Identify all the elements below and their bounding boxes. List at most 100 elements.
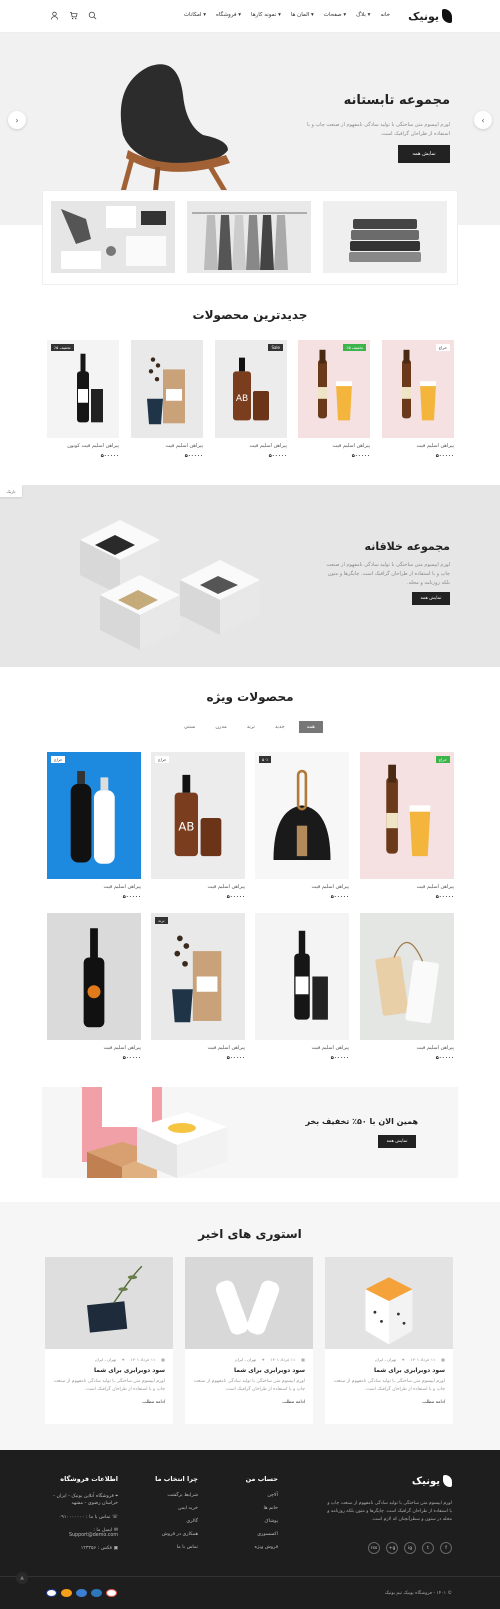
filter-trend[interactable]: ترند (241, 721, 261, 733)
site-logo[interactable]: یونیک (408, 9, 452, 23)
product-card[interactable]: تخفیف ۵٪ پیراهن اسلیم فیت کوتون ۵۰۰۰۰۰ (47, 340, 119, 459)
google-plus-icon[interactable]: g+ (386, 1542, 398, 1554)
story-card[interactable]: ▦ ۱۱ خرداد ۱۴۰۱ ⌖ تهران ، ایران سود دوبراب… (185, 1257, 313, 1424)
slider-prev-arrow[interactable]: ‹ (8, 111, 26, 129)
email-link[interactable]: Support@demo.com (69, 1533, 118, 1538)
story-title[interactable]: سود دوبرابری برای شما (45, 1362, 173, 1374)
product-image[interactable]: حراج (360, 752, 454, 879)
promo-show-all-button[interactable]: نمایش همه (378, 1135, 416, 1148)
product-name[interactable]: پیراهن اسلیم فیت (215, 443, 287, 449)
footer-why-link[interactable]: همکاری در فروش (155, 1532, 198, 1537)
product-card[interactable]: پیراهن اسلیم فیت ۵۰۰۰۰۰ (47, 913, 141, 1061)
product-name[interactable]: پیراهن اسلیم فیت (255, 1045, 349, 1051)
user-icon[interactable] (50, 11, 59, 20)
product-name[interactable]: پیراهن اسلیم فیت (151, 884, 245, 890)
product-card[interactable]: پیراهن اسلیم فیت ۵۰۰۰۰۰ (255, 913, 349, 1061)
nav-item-pages[interactable]: ▾ صفحات (324, 12, 346, 18)
story-title[interactable]: سود دوبرابری برای شما (325, 1362, 453, 1374)
filter-modern[interactable]: مدرن (209, 721, 232, 733)
product-image[interactable] (255, 913, 349, 1040)
footer-why-link[interactable]: شرایط برگشت (155, 1493, 198, 1498)
product-card[interactable]: تخفیف ۵٪ پیراهن اسلیم فیت ۵۰۰۰۰۰ (298, 340, 370, 459)
nav-item-shop[interactable]: ▾ فروشگاه (216, 12, 241, 18)
product-image[interactable]: ترند (151, 913, 245, 1040)
product-image[interactable]: حراج (382, 340, 454, 438)
product-card[interactable]: پیراهن اسلیم فیت ۵۰۰۰۰۰ (131, 340, 203, 459)
product-card[interactable]: حراج پیراهن اسلیم فیت ۵۰۰۰۰۰ (47, 752, 141, 900)
facebook-icon[interactable]: f (440, 1542, 452, 1554)
product-name[interactable]: پیراهن اسلیم فیت (151, 1045, 245, 1051)
product-name[interactable]: پیراهن اسلیم فیت (47, 1045, 141, 1051)
banner-accessories[interactable] (51, 201, 175, 273)
story-card[interactable]: ▦ ۱۱ خرداد ۱۴۰۱ ⌖ تهران ، ایران سود دوبراب… (45, 1257, 173, 1424)
product-name[interactable]: پیراهن اسلیم فیت (131, 443, 203, 449)
nav-item-blog[interactable]: ▾ بلاگ (356, 12, 370, 18)
nav-item-home[interactable]: خانه (380, 12, 390, 18)
nav-item-elements[interactable]: ▾ المان ها (291, 12, 314, 18)
product-card[interactable]: ۵۰٪ پیراهن اسلیم فیت ۵۰۰۰۰۰ (255, 752, 349, 900)
story-image[interactable] (325, 1257, 453, 1349)
product-image[interactable]: تخفیف ۵٪ (47, 340, 119, 438)
product-name[interactable]: پیراهن اسلیم فیت کوتون (47, 443, 119, 449)
story-card[interactable]: ▦ ۱۱ خرداد ۱۴۰۱ ⌖ تهران ، ایران سود دوبراب… (325, 1257, 453, 1424)
hero-show-all-button[interactable]: نمایش همه (398, 145, 450, 163)
product-name[interactable]: پیراهن اسلیم فیت (382, 443, 454, 449)
nav-item-features[interactable]: ▾ امکانات (184, 12, 206, 18)
story-read-more-link[interactable]: ادامه مطلب (45, 1393, 173, 1405)
twitter-icon[interactable]: t (422, 1542, 434, 1554)
filter-traditional[interactable]: سنتی (178, 721, 201, 733)
scroll-to-top-button[interactable]: ▲ (16, 1572, 28, 1584)
product-image[interactable]: ۵۰٪ (255, 752, 349, 879)
dark-mode-tab[interactable]: تاریک (0, 485, 22, 497)
product-name[interactable]: پیراهن اسلیم فیت (298, 443, 370, 449)
product-name[interactable]: پیراهن اسلیم فیت (255, 884, 349, 890)
rss-icon[interactable]: rss (368, 1542, 380, 1554)
product-image[interactable] (47, 913, 141, 1040)
product-card[interactable]: ترند پیراهن اسلیم فیت ۵۰۰۰۰۰ (151, 913, 245, 1061)
nav-item-portfolio[interactable]: ▾ نمونه کارها (251, 12, 281, 18)
footer-account-link[interactable]: خانم ها (246, 1506, 278, 1511)
story-read-more-link[interactable]: ادامه مطلب (185, 1393, 313, 1405)
cart-icon[interactable] (69, 11, 78, 20)
story-read-more-link[interactable]: ادامه مطلب (325, 1393, 453, 1405)
footer-email: ✉ ایمیل ما : Support@demo.com (46, 1528, 118, 1538)
story-title[interactable]: سود دوبرابری برای شما (185, 1362, 313, 1374)
product-card[interactable]: AB حراج پیراهن اسلیم فیت ۵۰۰۰۰۰ (151, 752, 245, 900)
slider-next-arrow[interactable]: › (474, 111, 492, 129)
footer-account-link[interactable]: فروش ویژه (246, 1545, 278, 1550)
hero-title: مجموعه تابستانه (343, 93, 450, 108)
filter-new[interactable]: جدید (269, 721, 291, 733)
product-card[interactable]: حراج پیراهن اسلیم فیت ۵۰۰۰۰۰ (382, 340, 454, 459)
footer-logo-text: یونیک (411, 1475, 440, 1487)
product-name[interactable]: پیراهن اسلیم فیت (360, 884, 454, 890)
product-image[interactable]: تخفیف ۵٪ (298, 340, 370, 438)
product-card[interactable]: AB Sale پیراهن اسلیم فیت ۵۰۰۰۰۰ (215, 340, 287, 459)
product-card[interactable]: پیراهن اسلیم فیت ۵۰۰۰۰۰ (360, 913, 454, 1061)
story-image[interactable] (185, 1257, 313, 1349)
product-card[interactable]: حراج پیراهن اسلیم فیت ۵۰۰۰۰۰ (360, 752, 454, 900)
product-name[interactable]: پیراهن اسلیم فیت (47, 884, 141, 890)
banner-folded-clothes[interactable] (323, 201, 447, 273)
footer-account-link[interactable]: پوشاک (246, 1519, 278, 1524)
recent-stories-section: استوری های اخیر ▦ ۱۱ خرداد ۱۴۰۱ ⌖ تهران ، … (0, 1202, 500, 1450)
story-image[interactable] (45, 1257, 173, 1349)
creative-show-all-button[interactable]: نمایش همه (412, 592, 450, 605)
product-image[interactable]: حراج (47, 752, 141, 879)
product-image[interactable]: AB Sale (215, 340, 287, 438)
footer-logo[interactable]: یونیک (412, 1475, 452, 1487)
instagram-icon[interactable]: ig (404, 1542, 416, 1554)
footer-why-link[interactable]: تماس با ما (155, 1545, 198, 1550)
product-image[interactable] (360, 913, 454, 1040)
footer-account-link[interactable]: اکسسوری (246, 1532, 278, 1537)
footer-why-link[interactable]: گالری (155, 1519, 198, 1524)
banner-clothes-rack[interactable] (187, 201, 311, 273)
filter-all[interactable]: همه (298, 721, 323, 733)
search-icon[interactable] (88, 11, 97, 20)
footer-account-link[interactable]: آلاچن (246, 1493, 278, 1498)
footer-phone: ☏ تماس با ما : ۰۹۱۰۰۰۰۰۰۰ (46, 1515, 118, 1520)
footer-why-link[interactable]: خرید ایمن (155, 1506, 198, 1511)
product-image[interactable] (131, 340, 203, 438)
story-meta: ▦ ۱۱ خرداد ۱۴۰۱ ⌖ تهران ، ایران (45, 1349, 173, 1362)
product-name[interactable]: پیراهن اسلیم فیت (360, 1045, 454, 1051)
product-image[interactable]: AB حراج (151, 752, 245, 879)
